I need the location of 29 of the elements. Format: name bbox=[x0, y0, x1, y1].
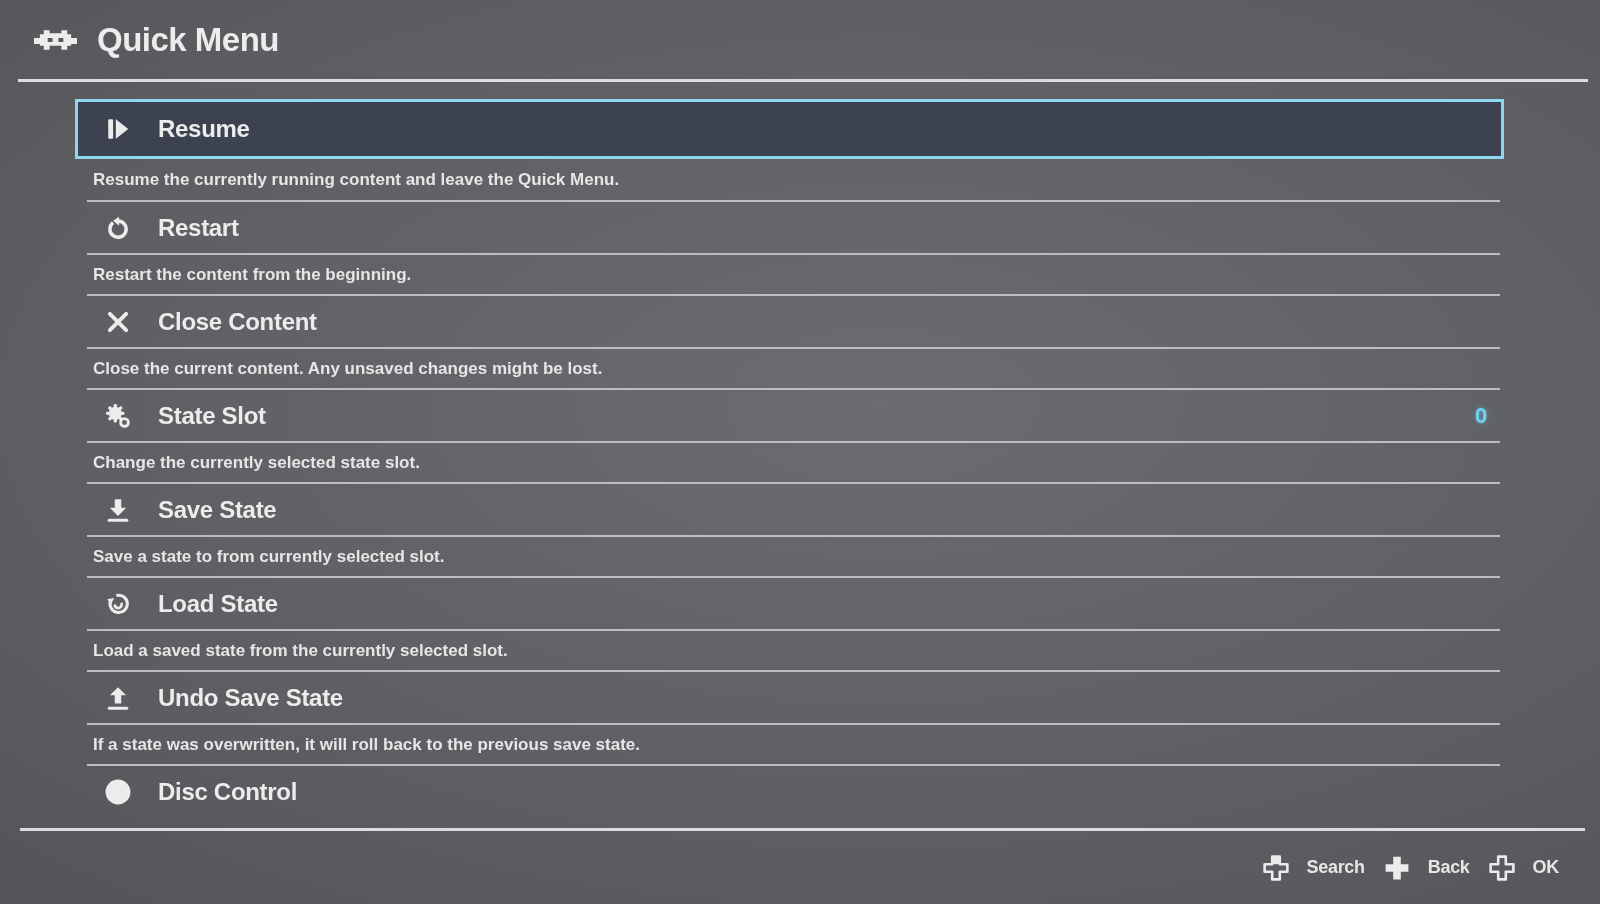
dpad-icon bbox=[1262, 854, 1289, 881]
gears-icon bbox=[105, 402, 131, 429]
menu-item[interactable]: Resume bbox=[75, 99, 1504, 159]
invader-icon bbox=[34, 27, 77, 52]
menu-item[interactable]: Restart bbox=[87, 202, 1500, 253]
setting-value: 0 bbox=[1475, 402, 1487, 430]
circular-arrow-icon bbox=[105, 214, 131, 241]
menu-item[interactable]: Undo Save State bbox=[87, 672, 1500, 723]
item-description: If a state was overwritten, it will roll back to the previous save state. bbox=[93, 733, 640, 756]
item-description: Restart the content from the beginning. bbox=[93, 263, 412, 286]
menu-item[interactable]: Close Content bbox=[87, 296, 1500, 347]
menu-item[interactable]: Save State bbox=[87, 484, 1500, 535]
play-icon bbox=[105, 116, 131, 142]
menu-item[interactable]: Load State bbox=[87, 578, 1500, 629]
hint-button[interactable]: OK bbox=[1488, 854, 1559, 881]
menu-item[interactable]: State Slot 0 bbox=[87, 390, 1500, 441]
item-description: Close the current content. Any unsaved changes might be lost. bbox=[93, 357, 603, 380]
item-description: Save a state to from currently selected slot. bbox=[93, 545, 445, 568]
download-icon bbox=[105, 496, 131, 523]
screen-title: Quick Menu bbox=[97, 19, 280, 60]
dpad-icon bbox=[1488, 854, 1515, 881]
circle-icon bbox=[105, 778, 131, 805]
item-description: Resume the currently running content and leave the Quick Menu. bbox=[93, 168, 620, 191]
item-description: Load a saved state from the currently selected slot. bbox=[93, 639, 508, 662]
hint-button[interactable]: Search bbox=[1262, 854, 1365, 881]
hint-button[interactable]: Back bbox=[1383, 854, 1470, 881]
menu-item[interactable]: Disc Control bbox=[87, 766, 1500, 817]
item-description: Change the currently selected state slot. bbox=[93, 451, 420, 474]
dpad-icon bbox=[1383, 854, 1410, 881]
